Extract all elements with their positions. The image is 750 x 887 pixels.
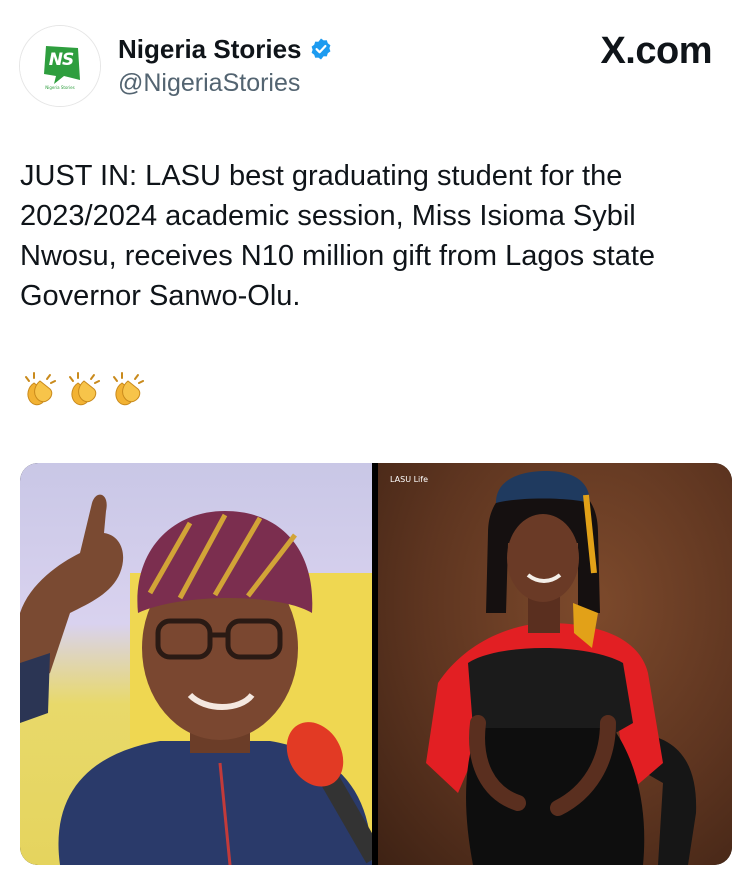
tweet-header: NS Nigeria Stories Nigeria Stories @Nige… [0, 0, 750, 140]
clapping-hands-icon [64, 371, 104, 411]
author-handle[interactable]: @NigeriaStories [118, 69, 300, 98]
avatar-caption: Nigeria Stories [45, 85, 75, 90]
author-name-row: Nigeria Stories [118, 33, 333, 65]
avatar[interactable]: NS Nigeria Stories [19, 25, 101, 107]
governor-photo[interactable] [20, 463, 372, 865]
governor-photo-icon [20, 494, 372, 865]
photo-watermark: LASU Life [390, 475, 429, 484]
tweet-text: JUST IN: LASU best graduating student fo… [20, 160, 656, 312]
clapping-hands-icon [108, 371, 148, 411]
verified-badge-icon [311, 38, 330, 60]
author-display-name[interactable]: Nigeria Stories [118, 34, 302, 65]
graduate-photo-icon [426, 471, 697, 865]
tweet-media-grid: LASU Life [20, 463, 732, 865]
clapping-hands-icon [20, 371, 60, 411]
emoji-row [20, 371, 148, 411]
avatar-logo-text: NS [48, 50, 74, 70]
x-brand-logo: X.com [600, 30, 712, 72]
graduate-photo[interactable]: LASU Life [378, 463, 732, 865]
